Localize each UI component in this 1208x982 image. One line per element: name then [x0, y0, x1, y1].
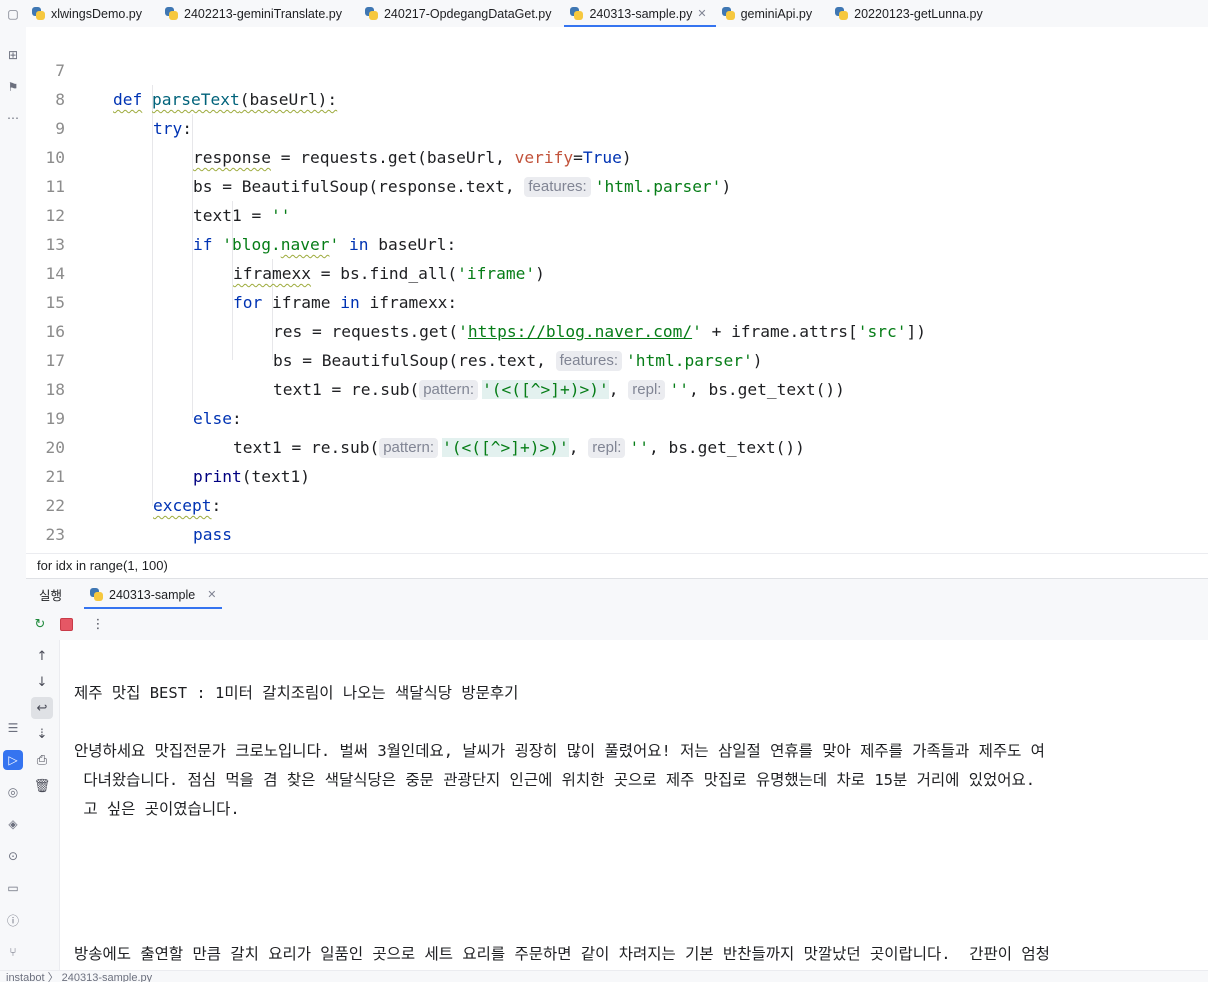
- close-icon[interactable]: ✕: [207, 588, 216, 601]
- code-line: 22 pass: [26, 462, 1208, 544]
- todo-icon[interactable]: ☰: [3, 718, 23, 738]
- python-file-icon: [165, 7, 179, 20]
- code-line: 9 response = requests.get(baseUrl, verif…: [26, 85, 1208, 167]
- tab-xlwingsdemo[interactable]: xlwingsDemo.py: [26, 0, 151, 27]
- code-line: 14 for iframe in iframexx:: [26, 230, 1208, 312]
- left-tool-strip: ▢ ⊞ ⚑ ⋯ ☰ ▷ ◎ ◈ ⊙ ▭ ⓘ ⑂: [0, 0, 27, 981]
- tab-getlunna[interactable]: 20220123-getLunna.py: [829, 0, 992, 27]
- code-line: 16 bs = BeautifulSoup(res.text, features…: [26, 288, 1208, 371]
- tab-geminiapi[interactable]: geminiApi.py: [716, 0, 822, 27]
- stop-button[interactable]: [57, 615, 75, 633]
- status-bar-breadcrumb: instabot 〉 240313-sample.py: [0, 970, 1208, 982]
- scroll-down-icon[interactable]: ↓: [31, 671, 53, 693]
- services-icon[interactable]: ⊙: [3, 846, 23, 866]
- stop-icon: [59, 617, 73, 631]
- editor-tab-bar: xlwingsDemo.py 2402213-geminiTranslate.p…: [26, 0, 1208, 28]
- tab-label: 20220123-getLunna.py: [854, 6, 983, 21]
- console-output[interactable]: 제주 맛집 BEST : 1미터 갈치조림이 나오는 색달식당 방문후기 안녕하…: [60, 640, 1208, 970]
- code-breadcrumb[interactable]: for idx in range(1, 100): [26, 553, 1208, 578]
- code-line: 13 iframexx = bs.find_all('iframe'): [26, 201, 1208, 283]
- code-line: 24: [26, 520, 1208, 549]
- project-folder-icon[interactable]: ▢: [3, 4, 23, 24]
- console-line: 고 싶은 곳이였습니다.: [74, 800, 240, 818]
- run-tab-label: 240313-sample: [109, 587, 196, 602]
- tab-opdegangdataget[interactable]: 240217-OpdegangDataGet.py: [359, 0, 561, 27]
- tab-label: geminiApi.py: [740, 6, 813, 21]
- code-line: 10 bs = BeautifulSoup(response.text, fea…: [26, 114, 1208, 197]
- console-line: 방송에도 출연할 만큼 갈치 요리가 일품인 곳으로 세트 요리를 주문하면 같…: [74, 945, 1050, 963]
- structure-icon[interactable]: ⊞: [3, 45, 23, 65]
- tab-240313-sample[interactable]: 240313-sample.py ✕: [564, 0, 716, 27]
- run-tool-icon[interactable]: ▷: [3, 750, 23, 770]
- run-tab-240313-sample[interactable]: 240313-sample ✕: [84, 579, 223, 610]
- rerun-icon[interactable]: ↻: [31, 615, 49, 633]
- code-line: 11 text1 = '': [26, 143, 1208, 225]
- run-toolbar: ↻ ⋮: [26, 609, 1208, 641]
- close-icon[interactable]: ✕: [697, 7, 706, 20]
- more-options-icon[interactable]: ⋮: [89, 615, 107, 633]
- python-file-icon: [721, 7, 735, 20]
- terminal-icon[interactable]: ▭: [3, 878, 23, 898]
- tab-label: 2402213-geminiTranslate.py: [184, 6, 342, 21]
- python-file-icon: [90, 588, 104, 601]
- code-line: 18 else:: [26, 346, 1208, 428]
- tab-label: 240313-sample.py: [589, 6, 693, 21]
- code-line: 19 text1 = re.sub(pattern: '(<([^>]+)>)',…: [26, 375, 1208, 458]
- run-panel-header: 실행 240313-sample ✕: [26, 578, 1208, 610]
- trash-icon[interactable]: 🗑: [31, 775, 53, 797]
- problems-icon[interactable]: ⓘ: [3, 910, 23, 930]
- run-side-toolbar: ↑ ↓ ↩ ⇣ ⎙ 🗑: [26, 640, 60, 970]
- code-line: 17 text1 = re.sub(pattern: '(<([^>]+)>)',…: [26, 317, 1208, 400]
- code-editor[interactable]: 7 def parseText(baseUrl): 8 try: 9 respo…: [26, 27, 1208, 553]
- python-file-icon: [32, 7, 45, 20]
- run-panel-title: 실행: [39, 589, 63, 603]
- more-tools-icon[interactable]: ⋯: [3, 108, 23, 128]
- scroll-to-end-icon[interactable]: ⇣: [31, 723, 53, 745]
- tab-label: xlwingsDemo.py: [51, 6, 143, 21]
- tab-geminitranslate[interactable]: 2402213-geminiTranslate.py: [159, 0, 351, 27]
- code-line: 12 if 'blog.naver' in baseUrl:: [26, 172, 1208, 254]
- console-line: 제주 맛집 BEST : 1미터 갈치조림이 나오는 색달식당 방문후기: [74, 684, 519, 702]
- python-file-icon: [364, 7, 378, 20]
- code-line: 8 try:: [26, 56, 1208, 138]
- console-line: 다녀왔습니다. 점심 먹을 겸 찾은 색달식당은 중문 관광단지 인근에 위치한…: [74, 771, 1036, 789]
- scroll-up-icon[interactable]: ↑: [31, 645, 53, 667]
- tab-label: 240217-OpdegangDataGet.py: [383, 6, 552, 21]
- layers-icon[interactable]: ◈: [3, 814, 23, 834]
- python-file-icon: [570, 7, 584, 20]
- console-line: 안녕하세요 맛집전문가 크로노입니다. 벌써 3월인데요, 날씨가 굉장히 많이…: [74, 742, 1045, 760]
- soft-wrap-icon[interactable]: ↩: [31, 697, 53, 719]
- code-line: 15 res = requests.get('https://blog.nave…: [26, 259, 1208, 341]
- bookmarks-icon[interactable]: ⚑: [3, 77, 23, 97]
- python-packages-icon[interactable]: ◎: [3, 782, 23, 802]
- git-icon[interactable]: ⑂: [3, 942, 23, 962]
- code-line: 21 except:: [26, 433, 1208, 515]
- print-icon[interactable]: ⎙: [31, 749, 53, 771]
- code-line: 23: [26, 491, 1208, 544]
- python-file-icon: [835, 7, 849, 20]
- code-line: 7 def parseText(baseUrl):: [26, 27, 1208, 109]
- code-line: 20 print(text1): [26, 404, 1208, 486]
